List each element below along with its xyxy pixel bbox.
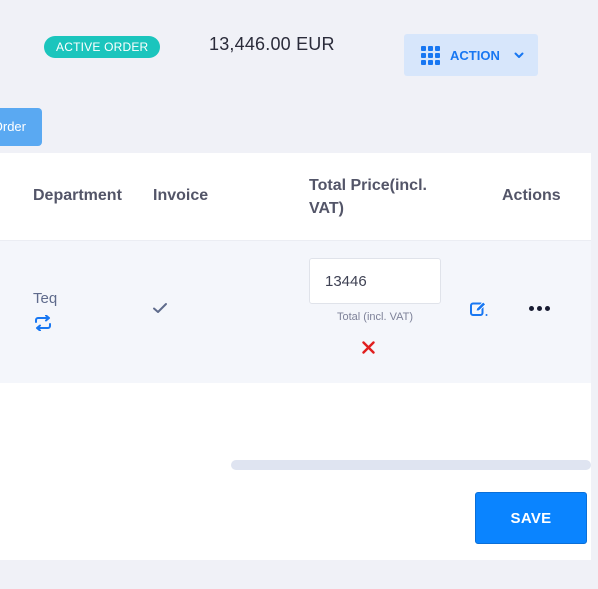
more-horizontal-icon[interactable]	[529, 306, 553, 312]
horizontal-scrollbar[interactable]	[231, 460, 591, 470]
order-button[interactable]: Order	[0, 108, 42, 146]
grid-icon	[421, 45, 440, 65]
table-header: Department Invoice Total Price(incl. VAT…	[0, 153, 591, 241]
total-price-input[interactable]	[309, 258, 441, 304]
chevron-down-icon	[514, 52, 524, 58]
column-total-price: Total Price(incl. VAT)	[309, 177, 427, 217]
table-row: Teq Total (incl. VAT)	[0, 241, 591, 470]
order-button-label: Order	[0, 119, 26, 134]
total-price-hint: Total (incl. VAT)	[337, 311, 413, 323]
order-items-card: Department Invoice Total Price(incl. VAT…	[0, 153, 591, 560]
order-total-amount: 13,446.00 EUR	[209, 34, 335, 54]
action-button-label: ACTION	[450, 47, 500, 63]
department-value: Teq	[33, 290, 58, 307]
x-icon	[362, 341, 375, 354]
column-actions: Actions	[502, 187, 561, 204]
check-icon	[153, 303, 167, 313]
status-badge: ACTIVE ORDER	[44, 36, 161, 58]
column-invoice: Invoice	[153, 187, 209, 204]
column-department: Department	[33, 187, 122, 204]
action-button[interactable]: ACTION	[404, 34, 538, 76]
edit-icon[interactable]	[470, 301, 488, 317]
save-button[interactable]: SAVE	[475, 492, 587, 544]
swap-icon[interactable]	[34, 315, 52, 331]
